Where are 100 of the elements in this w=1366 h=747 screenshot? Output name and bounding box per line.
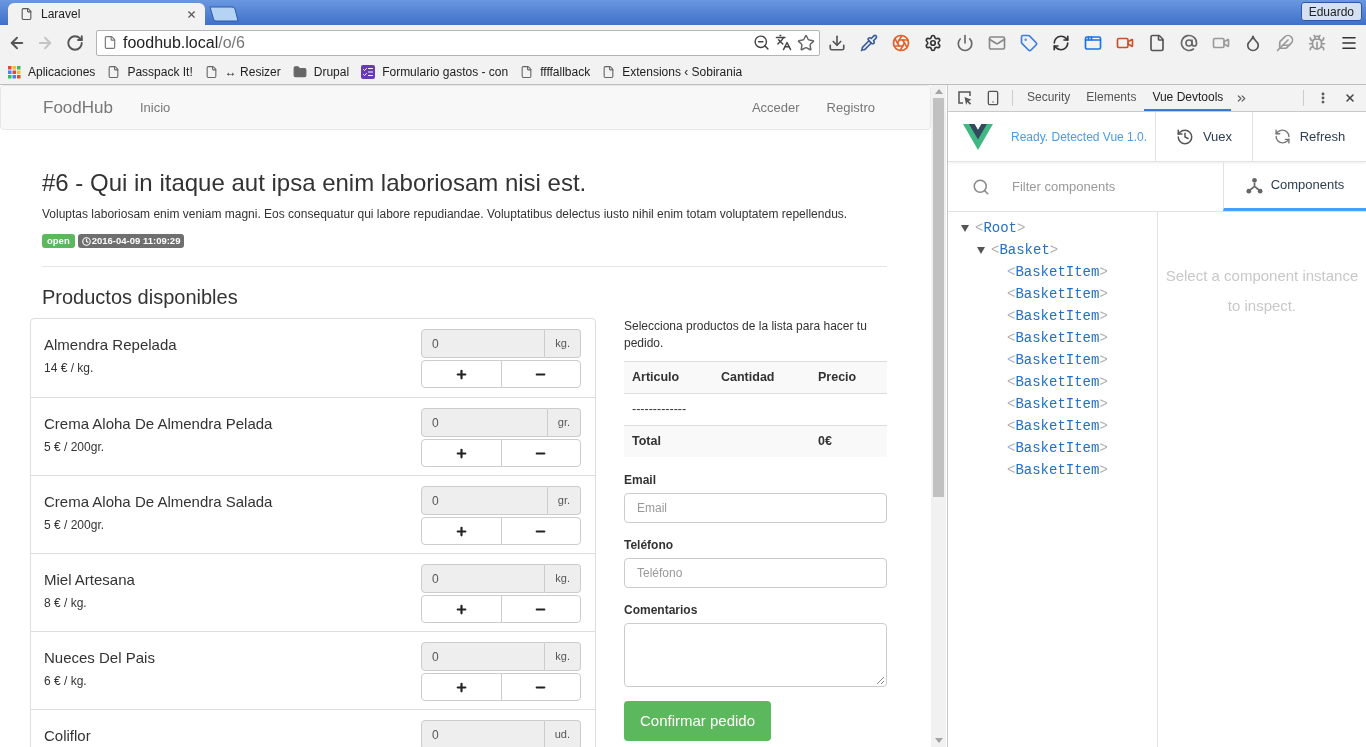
nav-link[interactable]: Acceder [751, 97, 800, 118]
plus-icon [454, 367, 468, 381]
bookmark[interactable]: ↔ Resizer [204, 63, 281, 81]
document-icon[interactable] [1148, 33, 1166, 52]
power-icon[interactable] [956, 33, 974, 52]
bookmark[interactable]: Drupal [292, 63, 350, 81]
quantity-field[interactable]: 0 [421, 408, 548, 437]
toolbar-button[interactable]: Vuex [1155, 112, 1252, 161]
unit-label: kg. [545, 642, 581, 671]
profile-button[interactable]: Eduardo [1300, 2, 1362, 21]
bookmark[interactable]: Extensions ‹ Sobirania [602, 63, 743, 81]
bookmark[interactable]: Passpack It! [107, 63, 193, 81]
quantity-field[interactable]: 0 [421, 642, 546, 671]
quantity-field[interactable]: 0 [421, 720, 545, 747]
nav-link[interactable]: Inicio [139, 97, 171, 118]
scroll-up-icon[interactable] [934, 89, 943, 94]
textarea-field[interactable] [624, 623, 887, 687]
tree-node[interactable]: <BasketItem> [993, 305, 1108, 327]
basket-intro: Selecciona productos de la lista para hacer tu pedido. [624, 318, 868, 352]
devtools-tab[interactable]: Vue Devtools [1144, 85, 1232, 111]
search-icon [972, 177, 990, 196]
nodes-icon [1245, 176, 1263, 194]
drop-icon[interactable] [1244, 33, 1262, 52]
tree-node[interactable]: <BasketItem> [993, 327, 1108, 349]
section-heading: Productos disponibles [42, 285, 239, 310]
device-icon[interactable] [985, 90, 1001, 106]
plus-icon [454, 524, 468, 538]
scrollbar-thumb[interactable] [933, 98, 944, 497]
product-price: 5 € / 200gr. [44, 439, 106, 455]
history-icon [1175, 127, 1194, 146]
devtools-tab[interactable]: Security [1019, 85, 1079, 111]
clock-icon [81, 236, 91, 246]
caret-down-icon[interactable] [961, 224, 969, 232]
scrollbar[interactable] [931, 85, 946, 747]
tag-icon[interactable] [1020, 33, 1038, 52]
sync-icon[interactable] [1052, 33, 1070, 52]
new-tab-button[interactable] [209, 6, 239, 22]
field-label: Teléfono [624, 538, 675, 552]
tree-node[interactable]: <BasketItem> [993, 415, 1108, 437]
scroll-down-icon[interactable] [934, 738, 943, 743]
brand-link[interactable]: FoodHub [43, 94, 113, 121]
apps-grid-icon [8, 65, 21, 79]
page-icon [103, 35, 117, 50]
plus-icon [454, 680, 468, 694]
view-tab[interactable]: Components [1223, 162, 1366, 211]
unit-label: kg. [545, 564, 581, 593]
tree-node[interactable]: <Basket> [977, 239, 1059, 261]
page-icon [602, 65, 616, 79]
aperture-icon[interactable] [892, 33, 910, 52]
star-icon[interactable] [797, 33, 815, 52]
page-icon [20, 7, 33, 21]
download-icon[interactable] [828, 33, 846, 52]
quantity-field[interactable]: 0 [421, 564, 546, 593]
at-sign-icon[interactable] [1180, 33, 1198, 52]
toolbar-button[interactable]: Refresh [1252, 112, 1366, 161]
product-name: Crema Aloha De Almendra Pelada [44, 414, 273, 434]
quantity-field[interactable]: 0 [421, 486, 548, 515]
product-name: Coliflor [44, 726, 91, 746]
order-description: Voluptas laboriosam enim veniam magni. Eos consequatur qui labore repudiandae. Voluptatibus delectus iusto nihil enim totam voluptatem repellendus. [42, 206, 849, 223]
tree-node[interactable]: <BasketItem> [993, 459, 1108, 481]
bookmark[interactable]: ffffallback [520, 63, 591, 81]
inspect-icon[interactable] [957, 90, 973, 106]
product-price: 14 € / kg. [44, 360, 95, 376]
window-icon[interactable] [1084, 33, 1102, 52]
bookmark[interactable]: Formulario gastos - con [361, 63, 509, 81]
tree-node[interactable]: <BasketItem> [993, 437, 1108, 459]
translate-icon[interactable] [775, 34, 792, 51]
product-name: Almendra Repelada [44, 335, 177, 355]
tree-node[interactable]: <BasketItem> [993, 349, 1108, 371]
close-icon[interactable] [186, 8, 197, 20]
close-icon[interactable] [1344, 92, 1356, 104]
tree-node[interactable]: <BasketItem> [993, 371, 1108, 393]
gear-icon[interactable] [924, 33, 942, 52]
tree-node[interactable]: <BasketItem> [993, 261, 1108, 283]
reload-icon[interactable] [66, 33, 84, 52]
nav-link[interactable]: Registro [826, 97, 875, 118]
browser-tab[interactable]: Laravel [8, 3, 205, 25]
table-cell-text: ------------- [631, 401, 688, 419]
product-name: Miel Artesana [44, 570, 135, 590]
zoom-out-icon[interactable] [753, 34, 770, 51]
bookmark[interactable]: Aplicaciones [8, 63, 96, 81]
unit-label: gr. [547, 486, 581, 515]
tree-node[interactable]: <BasketItem> [993, 393, 1108, 415]
caret-down-icon[interactable] [977, 246, 985, 254]
folder-icon [292, 65, 307, 79]
plus-icon [454, 446, 468, 460]
product-name: Nueces Del Pais [44, 648, 155, 668]
address-field[interactable]: foodhub.local/o/6 [96, 29, 820, 56]
eyedropper-icon[interactable] [860, 33, 878, 52]
devtools-tab[interactable]: Elements [1078, 85, 1145, 111]
tree-node[interactable]: <Root> [961, 217, 1026, 239]
feather-icon[interactable] [1276, 33, 1294, 52]
quantity-field[interactable]: 0 [421, 329, 546, 358]
bug-icon[interactable] [1308, 33, 1326, 52]
resize-handle-icon[interactable] [876, 676, 884, 684]
unit-label: ud. [544, 720, 581, 747]
date-text: 2016-04-09 11:09:29 [91, 234, 181, 248]
refresh-icon [1273, 128, 1291, 145]
envelope-icon[interactable] [988, 33, 1006, 52]
tree-node[interactable]: <BasketItem> [993, 283, 1108, 305]
